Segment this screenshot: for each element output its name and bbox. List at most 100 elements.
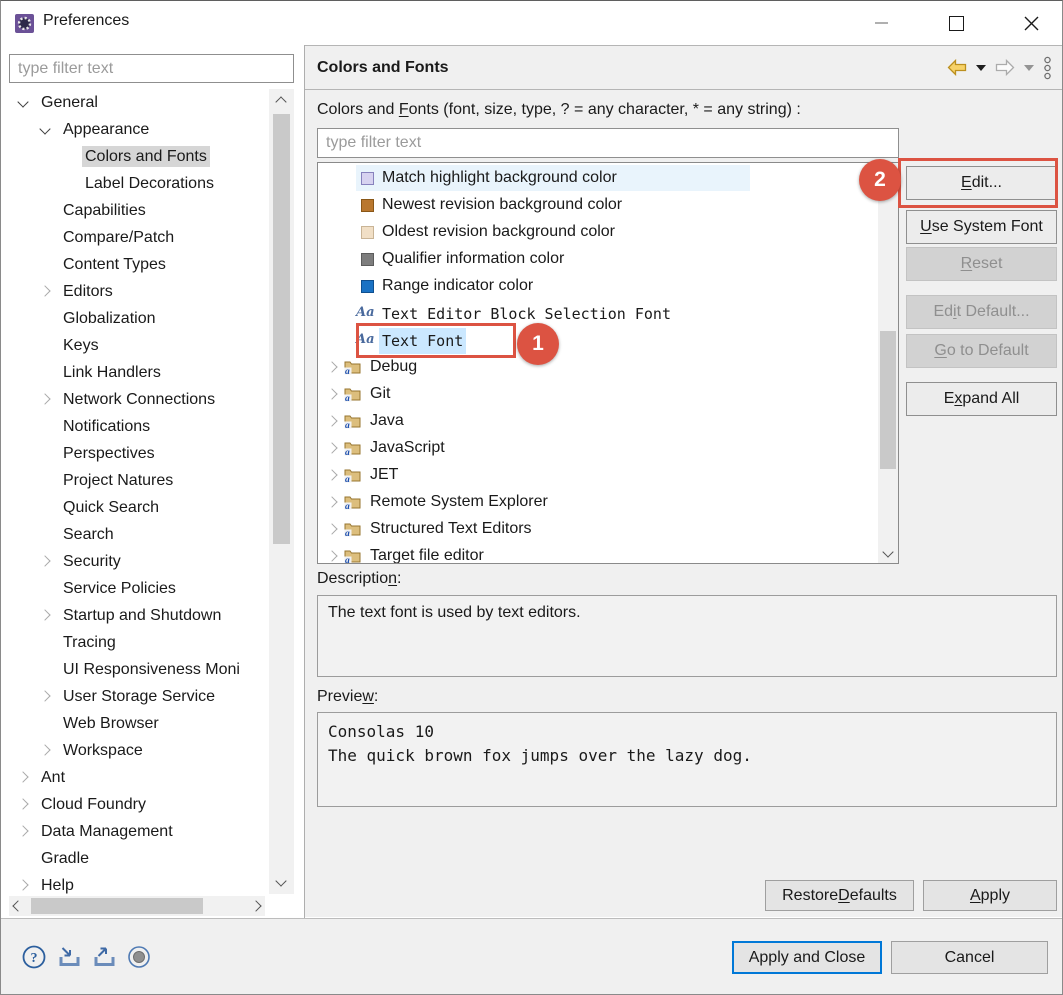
expand-chevron-icon[interactable] <box>326 361 337 372</box>
list-item-category[interactable]: aStructured Text Editors <box>318 516 878 543</box>
tree-filter-input[interactable] <box>9 54 294 83</box>
tree-item[interactable]: Quick Search <box>1 494 269 521</box>
tree-item[interactable]: Ant <box>1 764 269 791</box>
apply-and-close-button[interactable]: Apply and Close <box>732 941 882 974</box>
color-swatch <box>361 199 374 212</box>
expand-chevron-icon[interactable] <box>39 690 50 701</box>
tree-item[interactable]: Security <box>1 548 269 575</box>
scroll-down-icon[interactable] <box>275 875 286 886</box>
scroll-up-icon[interactable] <box>275 96 286 107</box>
tree-item[interactable]: Notifications <box>1 413 269 440</box>
tree-vertical-scrollbar[interactable] <box>269 89 294 894</box>
expand-chevron-icon[interactable] <box>17 825 28 836</box>
record-button[interactable] <box>127 945 151 974</box>
expand-chevron-icon[interactable] <box>39 393 50 404</box>
tree-item[interactable]: Cloud Foundry <box>1 791 269 818</box>
tree-item[interactable]: Project Natures <box>1 467 269 494</box>
tree-item[interactable]: Content Types <box>1 251 269 278</box>
annotation-step-2: 2 <box>859 159 901 201</box>
tree-item[interactable]: Keys <box>1 332 269 359</box>
list-item-category[interactable]: aJET <box>318 462 878 489</box>
expand-chevron-icon[interactable] <box>326 469 337 480</box>
apply-button[interactable]: Apply <box>923 880 1057 911</box>
forward-button[interactable] <box>995 59 1015 76</box>
preview-box: Consolas 10 The quick brown fox jumps ov… <box>317 712 1057 807</box>
list-item-color[interactable]: Range indicator color <box>318 273 878 300</box>
tree-item[interactable]: Label Decorations <box>1 170 269 197</box>
list-item-label: Structured Text Editors <box>370 519 532 539</box>
tree-item[interactable]: Capabilities <box>1 197 269 224</box>
list-item-category[interactable]: aGit <box>318 381 878 408</box>
expand-chevron-icon[interactable] <box>326 523 337 534</box>
tree-item[interactable]: Colors and Fonts <box>1 143 269 170</box>
tree-item[interactable]: Perspectives <box>1 440 269 467</box>
tree-item-label: Keys <box>60 335 102 356</box>
tree-item[interactable]: Network Connections <box>1 386 269 413</box>
back-history-dropdown-icon[interactable] <box>976 65 986 71</box>
view-menu-icon[interactable] <box>1043 56 1052 80</box>
tree-item[interactable]: Service Policies <box>1 575 269 602</box>
scrollbar-thumb[interactable] <box>31 898 203 914</box>
tree-item[interactable]: Startup and Shutdown <box>1 602 269 629</box>
list-filter-input[interactable] <box>317 128 899 158</box>
expand-all-button[interactable]: Expand All <box>906 382 1057 416</box>
list-item-category[interactable]: aJava <box>318 408 878 435</box>
tree-item[interactable]: Gradle <box>1 845 269 872</box>
list-item-color[interactable]: Oldest revision background color <box>318 219 878 246</box>
use-system-font-button[interactable]: Use System Font <box>906 210 1057 244</box>
list-item-color[interactable]: Qualifier information color <box>318 246 878 273</box>
expand-chevron-icon[interactable] <box>326 550 337 561</box>
list-vertical-scrollbar[interactable] <box>878 163 898 563</box>
scrollbar-thumb[interactable] <box>273 114 290 544</box>
forward-history-dropdown-icon[interactable] <box>1024 65 1034 71</box>
tree-item[interactable]: Help <box>1 872 269 894</box>
collapse-chevron-icon[interactable] <box>39 123 50 134</box>
expand-chevron-icon[interactable] <box>17 879 28 890</box>
tree-item[interactable]: Search <box>1 521 269 548</box>
cancel-button[interactable]: Cancel <box>891 941 1048 974</box>
help-button[interactable]: ? <box>21 944 47 975</box>
expand-chevron-icon[interactable] <box>17 771 28 782</box>
tree-item[interactable]: Editors <box>1 278 269 305</box>
tree-item[interactable]: UI Responsiveness Moni <box>1 656 269 683</box>
scroll-down-icon[interactable] <box>882 546 893 557</box>
expand-chevron-icon[interactable] <box>326 442 337 453</box>
tree-item-label: Compare/Patch <box>60 227 177 248</box>
scroll-right-icon[interactable] <box>250 900 261 911</box>
expand-chevron-icon[interactable] <box>39 555 50 566</box>
tree-horizontal-scrollbar[interactable] <box>9 896 265 916</box>
minimize-button[interactable] <box>866 8 896 38</box>
tree-item[interactable]: Appearance <box>1 116 269 143</box>
tree-item[interactable]: Globalization <box>1 305 269 332</box>
list-item-color[interactable]: Match highlight background color <box>318 165 878 192</box>
tree-item[interactable]: Tracing <box>1 629 269 656</box>
collapse-chevron-icon[interactable] <box>17 96 28 107</box>
import-button[interactable] <box>57 946 82 973</box>
list-item-category[interactable]: aDebug <box>318 354 878 381</box>
maximize-button[interactable] <box>941 8 971 38</box>
back-button[interactable] <box>947 59 967 76</box>
tree-item[interactable]: Workspace <box>1 737 269 764</box>
expand-chevron-icon[interactable] <box>39 744 50 755</box>
close-button[interactable] <box>1016 8 1046 38</box>
export-button[interactable] <box>92 946 117 973</box>
tree-item[interactable]: Data Management <box>1 818 269 845</box>
expand-chevron-icon[interactable] <box>326 496 337 507</box>
list-item-category[interactable]: aTarget file editor <box>318 543 878 564</box>
tree-item[interactable]: General <box>1 89 269 116</box>
tree-item[interactable]: Compare/Patch <box>1 224 269 251</box>
tree-item[interactable]: Web Browser <box>1 710 269 737</box>
expand-chevron-icon[interactable] <box>39 609 50 620</box>
tree-item[interactable]: User Storage Service <box>1 683 269 710</box>
expand-chevron-icon[interactable] <box>326 415 337 426</box>
expand-chevron-icon[interactable] <box>39 285 50 296</box>
tree-item[interactable]: Link Handlers <box>1 359 269 386</box>
expand-chevron-icon[interactable] <box>326 388 337 399</box>
list-item-category[interactable]: aRemote System Explorer <box>318 489 878 516</box>
scroll-left-icon[interactable] <box>12 900 23 911</box>
list-item-category[interactable]: aJavaScript <box>318 435 878 462</box>
restore-defaults-button[interactable]: Restore Defaults <box>765 880 914 911</box>
list-item-color[interactable]: Newest revision background color <box>318 192 878 219</box>
expand-chevron-icon[interactable] <box>17 798 28 809</box>
scrollbar-thumb[interactable] <box>880 331 896 469</box>
